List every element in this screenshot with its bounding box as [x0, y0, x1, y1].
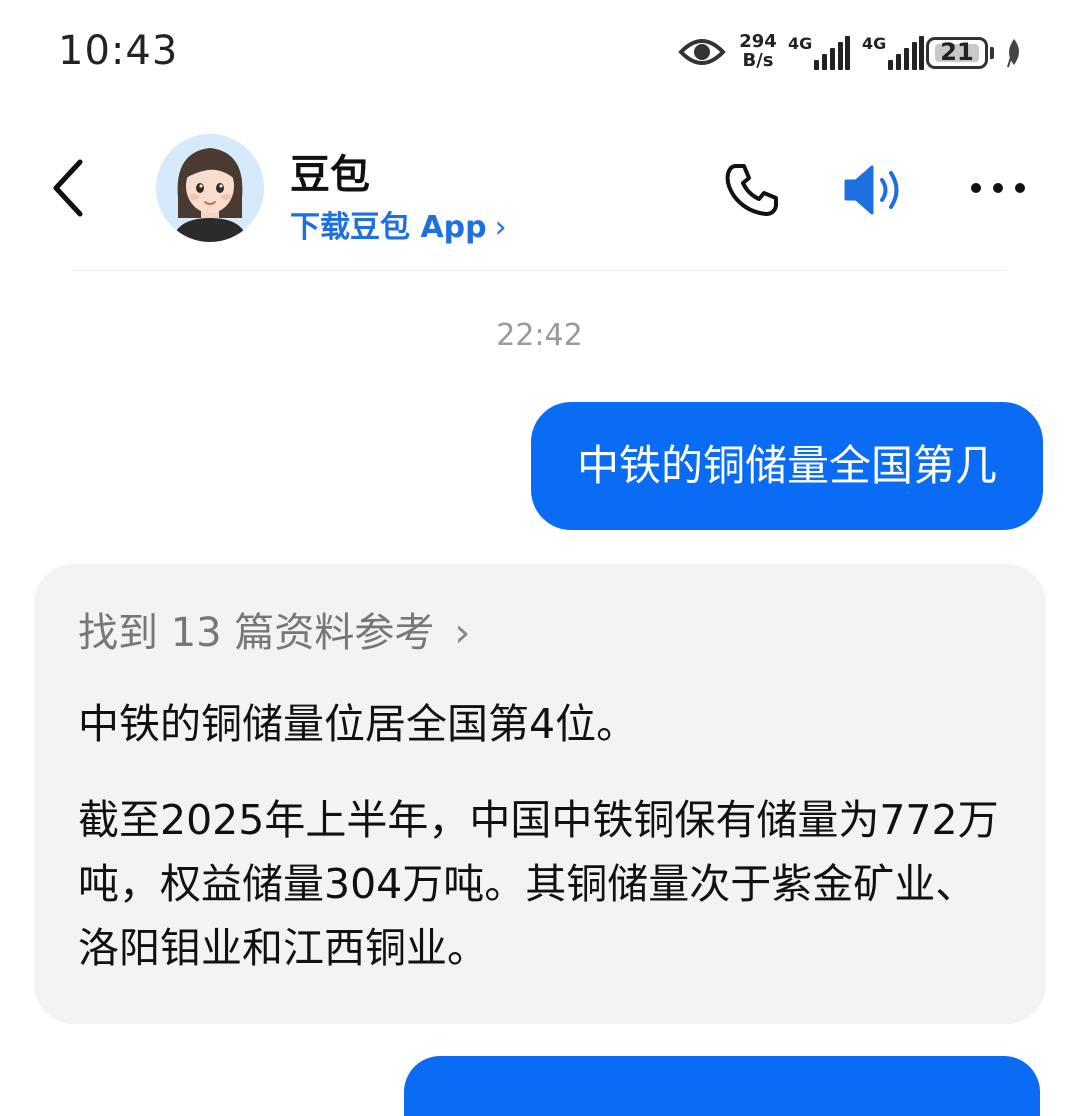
chevron-right-icon: › [454, 610, 471, 656]
back-icon[interactable] [44, 156, 92, 220]
network-speed-value: 294 [739, 31, 777, 52]
status-bar: 10:43 294 B/s 4G 4G 21 [0, 0, 1079, 110]
signal-type-label: 4G [788, 34, 813, 53]
speaker-icon[interactable] [842, 162, 908, 218]
chevron-right-icon: › [494, 210, 507, 245]
signal-icon-sim1: 4G [788, 34, 850, 72]
header-divider [72, 270, 1006, 271]
chat-header: 豆包 下载豆包 App › [0, 110, 1079, 271]
signal-bars-icon [888, 36, 924, 70]
battery-cap [990, 47, 994, 59]
download-app-label: 下载豆包 App [290, 210, 487, 245]
signal-bars-icon [814, 36, 850, 70]
answer-paragraph: 截至2025年上半年，中国中铁铜保有储量为772万吨，权益储量304万吨。其铜储… [78, 796, 999, 972]
eye-icon [678, 39, 726, 65]
leaf-icon [1007, 39, 1019, 68]
sources-reference-label: 找到 13 篇资料参考 [78, 610, 435, 656]
status-time: 10:43 [58, 28, 179, 74]
signal-type-label: 4G [862, 34, 887, 53]
user-message-bubble[interactable]: 中铁的铜储量全国第几 [530, 402, 1043, 530]
signal-icon-sim2: 4G [862, 34, 924, 72]
contact-name: 豆包 [290, 152, 370, 198]
avatar-illustration [156, 134, 264, 242]
user-message-bubble-partial[interactable] [404, 1056, 1040, 1116]
answer-paragraph: 中铁的铜储量位居全国第4位。 [78, 700, 638, 748]
battery-level-text: 21 [940, 38, 974, 66]
avatar[interactable] [156, 134, 264, 242]
assistant-message-bubble[interactable]: 找到 13 篇资料参考 › 中铁的铜储量位居全国第4位。 截至2025年上半年，中… [34, 564, 1046, 1024]
phone-icon[interactable] [722, 160, 782, 220]
sources-reference-link[interactable]: 找到 13 篇资料参考 › [78, 604, 1002, 662]
network-speed: 294 B/s [738, 32, 778, 70]
network-speed-unit: B/s [742, 50, 774, 71]
message-timestamp: 22:42 [496, 318, 583, 353]
download-app-link[interactable]: 下载豆包 App › [290, 202, 507, 246]
more-icon[interactable] [968, 178, 1028, 198]
battery-icon: 21 [926, 37, 988, 69]
